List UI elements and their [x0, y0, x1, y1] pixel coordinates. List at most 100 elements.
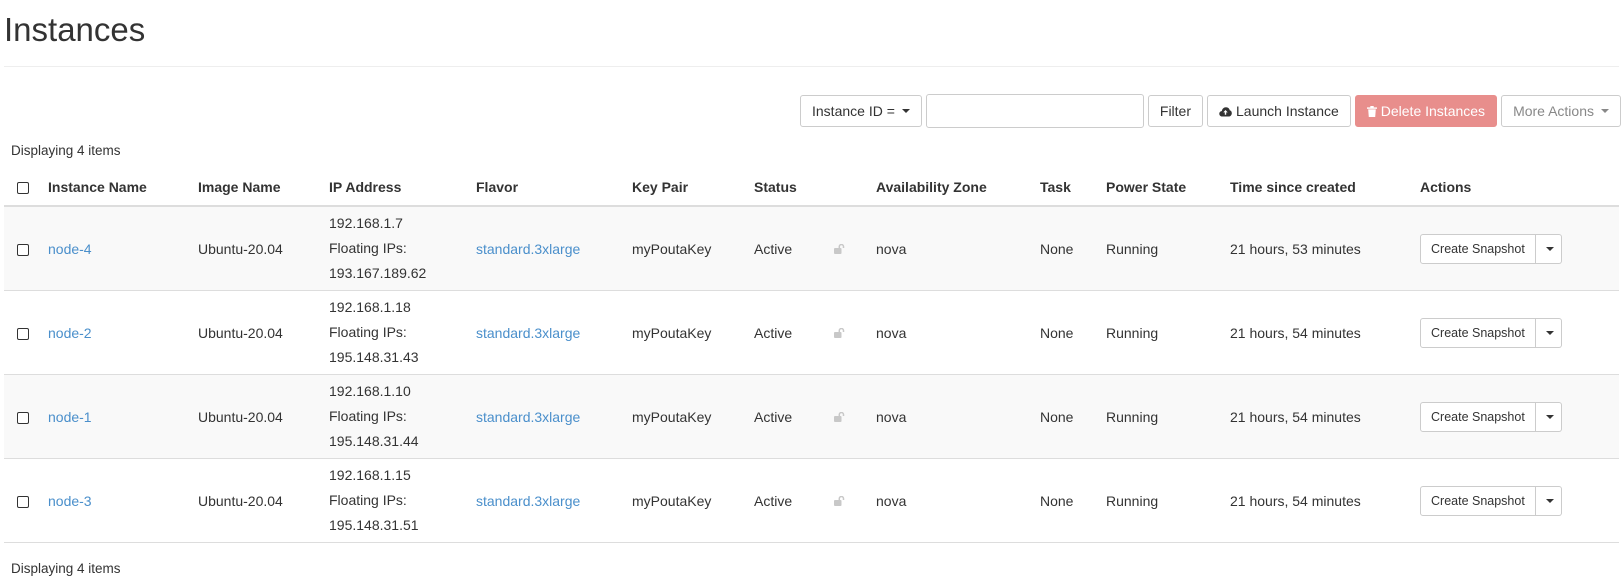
availability-zone: nova: [876, 374, 1040, 459]
row-actions: Create Snapshot: [1420, 401, 1619, 432]
instance-name-link[interactable]: node-2: [48, 325, 92, 341]
instance-name-link[interactable]: node-3: [48, 493, 92, 509]
table-header-row: Instance Name Image Name IP Address Flav…: [4, 168, 1619, 207]
page-title: Instances: [4, 11, 146, 48]
col-availability-zone[interactable]: Availability Zone: [876, 168, 1040, 207]
image-name: Ubuntu-20.04: [198, 205, 329, 291]
row-checkbox[interactable]: [17, 327, 29, 340]
col-image-name[interactable]: Image Name: [198, 168, 329, 207]
launch-instance-label: Launch Instance: [1236, 103, 1339, 119]
col-power-state[interactable]: Power State: [1106, 168, 1230, 207]
table-row: node-2 Ubuntu-20.04 192.168.1.18 Floatin…: [4, 290, 1619, 375]
caret-down-icon: [1601, 109, 1609, 113]
floating-ip: 195.148.31.51: [329, 517, 419, 533]
unlock-icon: [834, 241, 845, 257]
caret-down-icon: [1545, 330, 1554, 335]
floating-ip: 193.167.189.62: [329, 265, 427, 281]
flavor-link[interactable]: standard.3xlarge: [476, 493, 580, 509]
power-state: Running: [1106, 374, 1230, 459]
floating-ip: 195.148.31.44: [329, 433, 419, 449]
create-snapshot-button[interactable]: Create Snapshot: [1420, 485, 1536, 516]
filter-field-dropdown[interactable]: Instance ID =: [800, 95, 922, 127]
row-actions: Create Snapshot: [1420, 317, 1619, 348]
key-pair: myPoutaKey: [632, 374, 754, 459]
status: Active: [754, 205, 834, 291]
page-header: Instances: [4, 8, 1619, 67]
create-snapshot-button[interactable]: Create Snapshot: [1420, 233, 1536, 264]
filter-button[interactable]: Filter: [1147, 95, 1204, 127]
fixed-ip: 192.168.1.18: [329, 299, 411, 315]
floating-ips-label: Floating IPs:: [329, 408, 407, 424]
create-snapshot-button[interactable]: Create Snapshot: [1420, 401, 1536, 432]
instances-page: Instances Instance ID = Filter Launch In…: [0, 0, 1623, 583]
create-snapshot-button[interactable]: Create Snapshot: [1420, 317, 1536, 348]
table-row: node-3 Ubuntu-20.04 192.168.1.15 Floatin…: [4, 458, 1619, 543]
unlock-icon: [834, 325, 845, 341]
row-checkbox[interactable]: [17, 495, 29, 508]
status: Active: [754, 374, 834, 459]
image-name: Ubuntu-20.04: [198, 458, 329, 543]
instance-name-link[interactable]: node-4: [48, 241, 92, 257]
more-actions-button[interactable]: More Actions: [1501, 95, 1621, 127]
key-pair: myPoutaKey: [632, 205, 754, 291]
ip-address-cell: 192.168.1.18 Floating IPs: 195.148.31.43: [329, 290, 476, 375]
table-row: node-1 Ubuntu-20.04 192.168.1.10 Floatin…: [4, 374, 1619, 459]
row-actions: Create Snapshot: [1420, 485, 1619, 516]
filter-field-label: Instance ID =: [812, 103, 895, 119]
availability-zone: nova: [876, 458, 1040, 543]
row-actions-toggle[interactable]: [1535, 485, 1562, 516]
power-state: Running: [1106, 290, 1230, 375]
row-actions-toggle[interactable]: [1535, 317, 1562, 348]
caret-down-icon: [1545, 498, 1554, 503]
delete-instances-button[interactable]: Delete Instances: [1354, 95, 1498, 127]
col-ip-address[interactable]: IP Address: [329, 168, 476, 207]
row-checkbox[interactable]: [17, 411, 29, 424]
fixed-ip: 192.168.1.15: [329, 467, 411, 483]
row-actions: Create Snapshot: [1420, 233, 1619, 264]
col-task[interactable]: Task: [1040, 168, 1106, 207]
col-flavor[interactable]: Flavor: [476, 168, 632, 207]
trash-icon: [1366, 105, 1377, 117]
floating-ips-label: Floating IPs:: [329, 324, 407, 340]
instances-table: Instance Name Image Name IP Address Flav…: [4, 168, 1619, 543]
flavor-link[interactable]: standard.3xlarge: [476, 409, 580, 425]
ip-address-cell: 192.168.1.15 Floating IPs: 195.148.31.51: [329, 458, 476, 543]
key-pair: myPoutaKey: [632, 290, 754, 375]
row-actions-toggle[interactable]: [1535, 401, 1562, 432]
availability-zone: nova: [876, 290, 1040, 375]
more-actions-label: More Actions: [1513, 103, 1594, 119]
unlock-icon: [834, 409, 845, 425]
delete-instances-label: Delete Instances: [1380, 103, 1486, 119]
image-name: Ubuntu-20.04: [198, 374, 329, 459]
row-checkbox[interactable]: [17, 243, 29, 256]
table-row: node-4 Ubuntu-20.04 192.168.1.7 Floating…: [4, 205, 1619, 291]
col-status[interactable]: Status: [754, 168, 834, 207]
col-key-pair[interactable]: Key Pair: [632, 168, 754, 207]
time-since-created: 21 hours, 54 minutes: [1230, 290, 1420, 375]
fixed-ip: 192.168.1.10: [329, 383, 411, 399]
col-actions: Actions: [1420, 168, 1619, 207]
caret-down-icon: [1545, 414, 1554, 419]
status: Active: [754, 290, 834, 375]
select-all-checkbox[interactable]: [17, 181, 29, 194]
instance-name-link[interactable]: node-1: [48, 409, 92, 425]
launch-instance-button[interactable]: Launch Instance: [1207, 95, 1351, 127]
caret-down-icon: [1545, 246, 1554, 251]
col-time-since-created[interactable]: Time since created: [1230, 168, 1420, 207]
col-instance-name[interactable]: Instance Name: [48, 168, 198, 207]
power-state: Running: [1106, 458, 1230, 543]
row-actions-toggle[interactable]: [1535, 233, 1562, 264]
availability-zone: nova: [876, 205, 1040, 291]
status: Active: [754, 458, 834, 543]
time-since-created: 21 hours, 54 minutes: [1230, 374, 1420, 459]
unlock-icon: [834, 493, 845, 509]
flavor-link[interactable]: standard.3xlarge: [476, 325, 580, 341]
table-toolbar: Instance ID = Filter Launch Instance Del…: [800, 94, 1621, 128]
fixed-ip: 192.168.1.7: [329, 215, 403, 231]
filter-input[interactable]: [925, 94, 1144, 128]
cloud-upload-icon: [1219, 106, 1232, 117]
col-lock: [834, 168, 876, 207]
floating-ips-label: Floating IPs:: [329, 492, 407, 508]
task: None: [1040, 290, 1106, 375]
flavor-link[interactable]: standard.3xlarge: [476, 241, 580, 257]
